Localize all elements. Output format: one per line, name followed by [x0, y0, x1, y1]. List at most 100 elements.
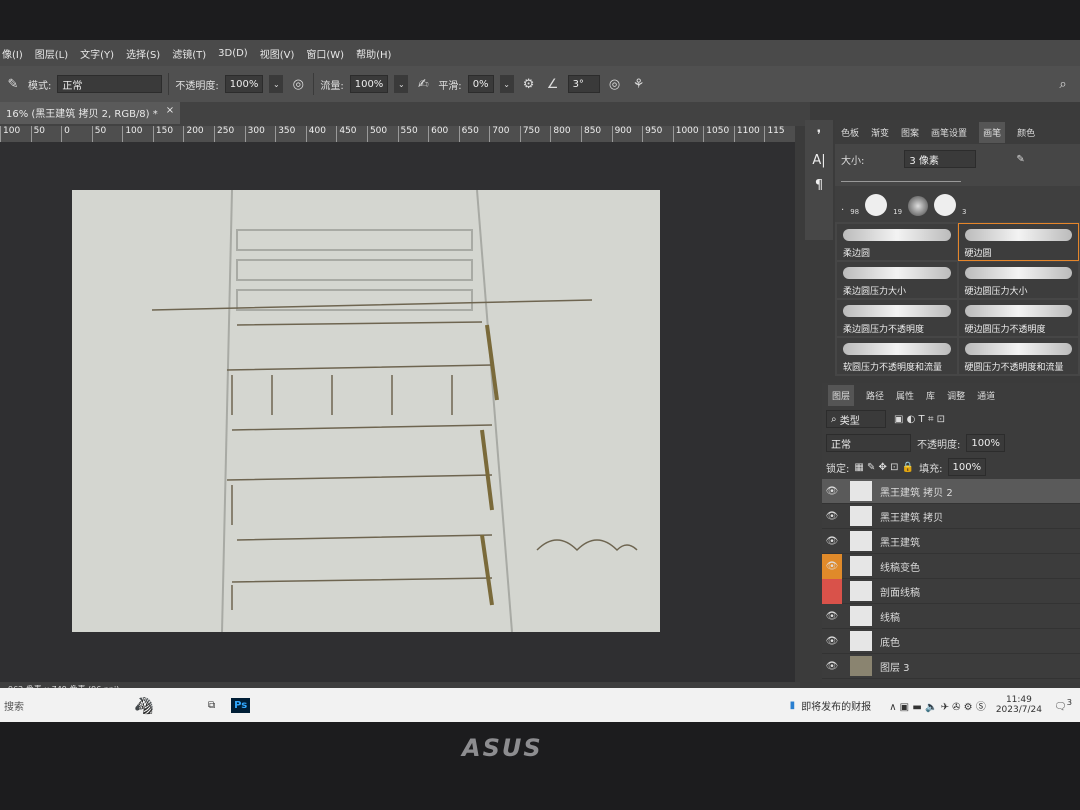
preset-hard-round[interactable] — [865, 194, 888, 216]
menu-3d[interactable]: 3D(D) — [218, 48, 248, 59]
tab-paths[interactable]: 路径 — [866, 389, 884, 402]
layer-row[interactable]: 👁 黑王建筑 拷贝 — [822, 504, 1080, 529]
brush-item[interactable]: 硬边圆压力大小 — [958, 262, 1078, 298]
tab-libraries[interactable]: 库 — [926, 389, 935, 402]
eye-icon[interactable] — [822, 578, 842, 604]
brush-preset-icon[interactable]: ✎ — [4, 75, 22, 93]
symmetry-icon[interactable]: ⚘ — [630, 75, 648, 93]
sketch-artwork — [72, 189, 660, 633]
brush-item[interactable]: 柔边圆压力大小 — [837, 262, 957, 298]
task-view-icon[interactable]: ⧉ — [208, 700, 215, 711]
brush-item[interactable]: 柔边圆 — [837, 224, 957, 260]
layer-row[interactable]: 👁 黑王建筑 拷贝 2 — [822, 479, 1080, 504]
tab-brushes[interactable]: 画笔 — [979, 121, 1006, 143]
eye-icon[interactable]: 👁 — [822, 553, 842, 579]
tab-adjustments[interactable]: 调整 — [947, 389, 965, 402]
menu-help[interactable]: 帮助(H) — [356, 46, 391, 61]
search-box[interactable]: 搜索 — [4, 698, 134, 713]
news-icon[interactable]: ▮ — [790, 700, 796, 711]
character-icon[interactable]: A| — [812, 153, 825, 168]
layer-filter-select[interactable]: ⌕ 类型 — [826, 410, 886, 428]
layer-row[interactable]: 👁 黑王建筑 — [822, 529, 1080, 554]
filter-icons[interactable]: ▣ ◐ T ⌗ ⊡ — [894, 414, 945, 425]
menu-image[interactable]: 像(I) — [2, 46, 23, 61]
size-slider[interactable] — [841, 174, 961, 182]
preset-soft-round[interactable] — [908, 196, 929, 216]
tab-properties[interactable]: 属性 — [896, 389, 914, 402]
layers-panel: 图层 路径 属性 库 调整 通道 ⌕ 类型 ▣ ◐ T ⌗ ⊡ 正常 不透明度:… — [822, 383, 1080, 683]
tab-gradients[interactable]: 渐变 — [871, 126, 889, 139]
angle-field[interactable]: 3° — [567, 75, 600, 93]
preset-hard-round-2[interactable] — [934, 194, 957, 216]
news-label[interactable]: 即将发布的财报 — [801, 698, 871, 713]
opacity-field[interactable]: 100% — [224, 75, 264, 93]
clock[interactable]: 11:49 2023/7/24 — [996, 695, 1042, 715]
pressure-opacity-icon[interactable]: ◎ — [289, 75, 307, 93]
eye-icon[interactable]: 👁 — [822, 529, 842, 554]
preset-98[interactable]: 98 — [850, 208, 859, 216]
layer-row[interactable]: 👁 线稿 — [822, 604, 1080, 629]
new-brush-icon[interactable]: ✎ — [1016, 154, 1024, 165]
search-icon[interactable]: ⌕ — [1054, 75, 1072, 93]
eye-icon[interactable]: 👁 — [822, 604, 842, 629]
ruler-tick: 1000 — [672, 126, 704, 142]
ruler-tick: 50 — [30, 126, 62, 142]
lock-label: 锁定: — [826, 463, 850, 475]
preset-3[interactable]: 3 — [962, 208, 966, 216]
chevron-down-icon[interactable]: ⌄ — [269, 75, 284, 93]
mode-select[interactable]: 正常 — [57, 75, 163, 93]
tab-patterns[interactable]: 图案 — [901, 126, 919, 139]
ruler-tick: 350 — [275, 126, 306, 142]
layer-row[interactable]: 剖面线稿 — [822, 578, 1080, 604]
airbrush-icon[interactable]: ✍ — [414, 75, 432, 93]
lock-icons[interactable]: ▦ ✎ ✥ ⊡ 🔒 — [854, 462, 914, 473]
close-icon[interactable]: × — [166, 105, 174, 121]
menu-filter[interactable]: 滤镜(T) — [172, 46, 206, 61]
menu-type[interactable]: 文字(Y) — [80, 46, 114, 61]
eye-icon[interactable]: 👁 — [822, 504, 842, 529]
menu-layer[interactable]: 图层(L) — [35, 46, 68, 61]
menu-select[interactable]: 选择(S) — [126, 46, 160, 61]
menu-view[interactable]: 视图(V) — [260, 46, 295, 61]
eye-icon[interactable]: 👁 — [822, 479, 842, 504]
brush-item[interactable]: 硬边圆压力不透明度 — [958, 300, 1078, 336]
brush-item[interactable]: 软圆压力不透明度和流量 — [837, 338, 957, 374]
size-field[interactable]: 3 像素 — [904, 150, 977, 168]
brush-item-selected[interactable]: 硬边圆 — [957, 223, 1079, 261]
smooth-field[interactable]: 0% — [467, 75, 494, 93]
fill-field[interactable]: 100% — [947, 458, 987, 476]
tab-brush-settings[interactable]: 画笔设置 — [931, 126, 967, 139]
photoshop-icon[interactable]: Ps — [231, 697, 251, 713]
layer-thumbnail — [850, 581, 872, 601]
layer-row[interactable]: 👁 线稿变色 — [822, 553, 1080, 579]
canvas-area[interactable] — [0, 142, 795, 682]
brush-panel-icon[interactable]: ❜ — [817, 128, 821, 143]
pressure-size-icon[interactable]: ◎ — [606, 75, 624, 93]
tab-swatches[interactable]: 色板 — [841, 126, 859, 139]
tab-color[interactable]: 颜色 — [1017, 126, 1035, 139]
chevron-down-icon[interactable]: ⌄ — [394, 75, 409, 93]
eye-icon[interactable]: 👁 — [822, 654, 842, 679]
menu-window[interactable]: 窗口(W) — [306, 46, 344, 61]
tab-layers[interactable]: 图层 — [828, 384, 855, 406]
preset-dot[interactable]: · — [841, 205, 844, 216]
layer-row[interactable]: 👁 图层 3 — [822, 654, 1080, 679]
layer-opacity-field[interactable]: 100% — [966, 434, 1005, 452]
ruler-tick: 250 — [214, 126, 245, 142]
notification-icon[interactable]: 🗨3 — [1054, 697, 1072, 712]
gear-icon[interactable]: ⚙ — [520, 75, 538, 93]
preset-19[interactable]: 19 — [893, 208, 902, 216]
layers-tabs: 图层 路径 属性 库 调整 通道 — [822, 383, 1080, 407]
eye-icon[interactable]: 👁 — [822, 629, 842, 654]
paragraph-icon[interactable]: ¶ — [815, 178, 823, 193]
document-tab[interactable]: 16% (黑王建筑 拷贝 2, RGB/8) * × — [0, 102, 181, 124]
flow-field[interactable]: 100% — [349, 75, 389, 93]
tray-icons[interactable]: ∧ ▣ ▬ 🔈 ✈ ✇ ⚙ Ⓢ — [889, 698, 986, 713]
chevron-down-icon[interactable]: ⌄ — [499, 75, 514, 93]
blend-mode-select[interactable]: 正常 — [826, 434, 911, 452]
ruler-tick: 600 — [428, 126, 459, 142]
tab-channels[interactable]: 通道 — [977, 389, 995, 402]
brush-item[interactable]: 柔边圆压力不透明度 — [837, 300, 957, 336]
layer-row[interactable]: 👁 底色 — [822, 629, 1080, 654]
brush-item[interactable]: 硬圆压力不透明度和流量 — [958, 338, 1078, 374]
